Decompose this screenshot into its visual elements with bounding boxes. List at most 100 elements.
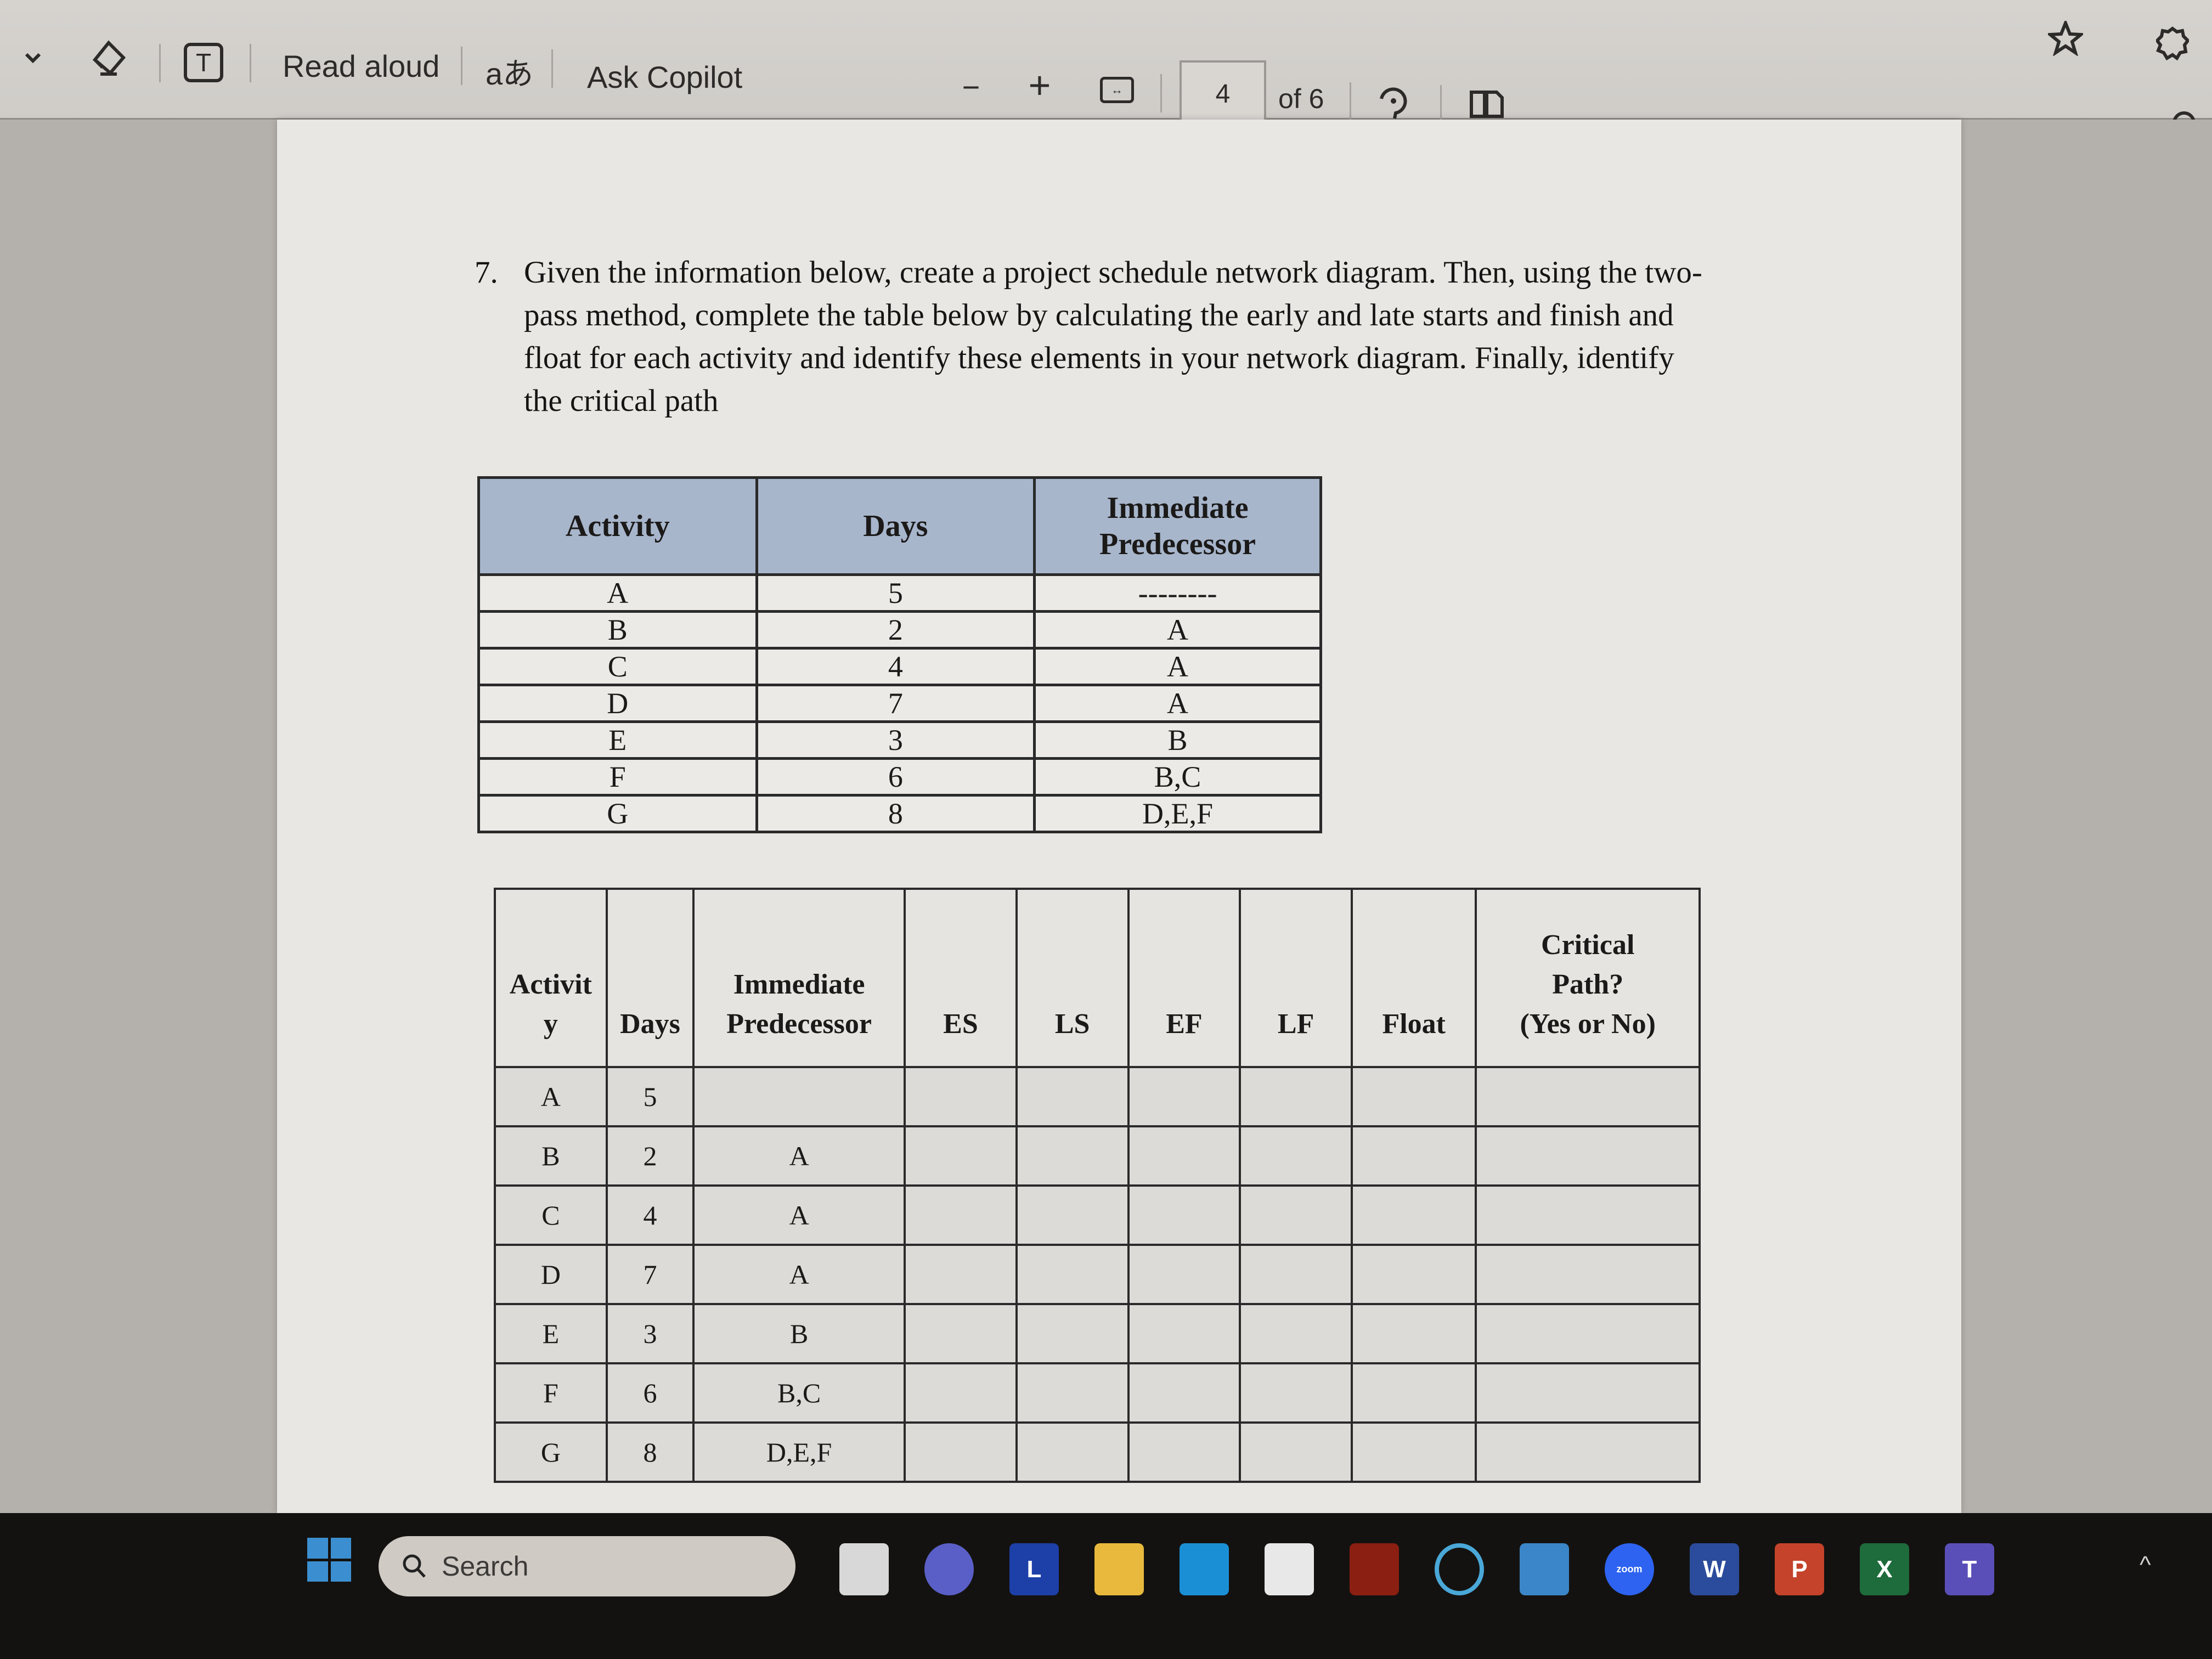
ls-cell[interactable] (1015, 1362, 1130, 1424)
windows-start-icon[interactable] (307, 1538, 351, 1582)
lf-cell[interactable] (1239, 1066, 1353, 1127)
table-row: E3B (477, 720, 1322, 760)
critical-path-cell[interactable] (1475, 1362, 1701, 1424)
es-cell[interactable] (904, 1244, 1018, 1305)
lf-cell[interactable] (1239, 1244, 1353, 1305)
zoom-in-button[interactable]: + (1023, 63, 1056, 107)
store-icon[interactable] (1265, 1543, 1314, 1595)
cortana-icon[interactable] (1435, 1543, 1484, 1595)
lf-cell[interactable] (1239, 1421, 1353, 1483)
ask-copilot-button[interactable]: Ask Copilot (587, 55, 742, 99)
days-cell: 3 (755, 720, 1036, 760)
ef-cell[interactable] (1127, 1244, 1242, 1305)
days-cell: 3 (605, 1303, 695, 1364)
powerpoint-icon[interactable]: P (1775, 1543, 1824, 1595)
float-cell[interactable] (1351, 1244, 1477, 1305)
es-cell[interactable] (904, 1421, 1018, 1483)
lf-cell[interactable] (1239, 1125, 1353, 1187)
ef-cell[interactable] (1127, 1125, 1242, 1187)
chevron-down-icon[interactable] (22, 47, 44, 69)
critical-path-cell[interactable] (1475, 1421, 1701, 1483)
predecessor-cell: B,C (1033, 757, 1322, 797)
rotate-icon[interactable] (1374, 80, 1413, 123)
es-cell[interactable] (904, 1303, 1018, 1364)
ls-cell[interactable] (1015, 1066, 1130, 1127)
es-cell[interactable] (904, 1066, 1018, 1127)
schedule-table: Activit y Days Immediate Predecessor ES LS… (494, 888, 1701, 1483)
teams-icon[interactable]: T (1945, 1543, 1994, 1595)
critical-path-cell[interactable] (1475, 1244, 1701, 1305)
mail-icon[interactable] (1520, 1543, 1569, 1595)
two-page-view-icon[interactable] (1468, 88, 1506, 121)
es-cell[interactable] (904, 1362, 1018, 1424)
fit-width-icon[interactable]: ↔ (1100, 77, 1134, 103)
float-cell[interactable] (1351, 1066, 1477, 1127)
task-view-icon[interactable] (839, 1543, 889, 1595)
table-row: A5 (494, 1066, 1701, 1127)
lf-cell[interactable] (1239, 1303, 1353, 1364)
days-cell: 8 (755, 794, 1036, 833)
ls-cell[interactable] (1015, 1244, 1130, 1305)
ls-cell[interactable] (1015, 1125, 1130, 1187)
header-days: Days (755, 476, 1036, 576)
activity-table: Activity Days Immediate Predecessor A 5 --… (477, 476, 1322, 833)
eraser-icon[interactable] (88, 37, 129, 81)
table-row: D7A (494, 1244, 1701, 1305)
ef-cell[interactable] (1127, 1184, 1242, 1246)
file-explorer-icon[interactable] (1094, 1543, 1144, 1595)
ef-cell[interactable] (1127, 1421, 1242, 1483)
zoom-icon[interactable]: zoom (1605, 1543, 1654, 1595)
text-box-icon[interactable]: T (184, 43, 223, 82)
critical-path-cell[interactable] (1475, 1184, 1701, 1246)
header-lf: LF (1239, 888, 1353, 1068)
red-app-icon[interactable] (1350, 1543, 1399, 1595)
zoom-out-button[interactable]: − (955, 65, 988, 109)
table-header-row: Activit y Days Immediate Predecessor ES LS… (494, 888, 1701, 1068)
ls-cell[interactable] (1015, 1303, 1130, 1364)
days-cell: 5 (755, 573, 1036, 613)
float-cell[interactable] (1351, 1362, 1477, 1424)
es-cell[interactable] (904, 1125, 1018, 1187)
critical-path-cell[interactable] (1475, 1125, 1701, 1187)
read-aloud-button[interactable]: Read aloud (283, 44, 439, 88)
meet-video-icon[interactable] (924, 1543, 974, 1595)
predecessor-cell: A (692, 1184, 906, 1246)
star-icon[interactable] (2046, 19, 2085, 58)
ls-cell[interactable] (1015, 1421, 1130, 1483)
float-cell[interactable] (1351, 1125, 1477, 1187)
critical-path-cell[interactable] (1475, 1066, 1701, 1127)
current-page: 4 (1215, 80, 1231, 109)
l-app-icon[interactable]: L (1009, 1543, 1059, 1595)
question-number: 7. (475, 255, 498, 290)
taskbar-search[interactable]: Search (379, 1536, 795, 1596)
ef-cell[interactable] (1127, 1362, 1242, 1424)
word-icon[interactable]: W (1690, 1543, 1739, 1595)
predecessor-cell: A (692, 1244, 906, 1305)
float-cell[interactable] (1351, 1303, 1477, 1364)
activity-cell: G (494, 1421, 608, 1483)
float-cell[interactable] (1351, 1184, 1477, 1246)
search-placeholder: Search (442, 1551, 529, 1582)
predecessor-cell: A (692, 1125, 906, 1187)
excel-icon[interactable]: X (1860, 1543, 1909, 1595)
predecessor-cell: A (1033, 610, 1322, 650)
translate-button[interactable]: aあ (486, 49, 533, 93)
header-days: Days (605, 888, 695, 1068)
float-cell[interactable] (1351, 1421, 1477, 1483)
puzzle-gear-icon[interactable] (2153, 25, 2192, 63)
critical-path-cell[interactable] (1475, 1303, 1701, 1364)
page-number-input[interactable]: 4 (1180, 60, 1266, 128)
ef-cell[interactable] (1127, 1303, 1242, 1364)
table-row: A 5 -------- (477, 573, 1322, 613)
lf-cell[interactable] (1239, 1362, 1353, 1424)
ef-cell[interactable] (1127, 1066, 1242, 1127)
tray-chevron-icon[interactable]: ^ (2140, 1551, 2151, 1579)
ls-cell[interactable] (1015, 1184, 1130, 1246)
predecessor-cell: -------- (1033, 573, 1322, 613)
predecessor-cell: A (1033, 684, 1322, 723)
lf-cell[interactable] (1239, 1184, 1353, 1246)
edge-icon[interactable] (1180, 1543, 1229, 1595)
es-cell[interactable] (904, 1184, 1018, 1246)
page-count-label: of 6 (1278, 83, 1324, 114)
activity-cell: E (477, 720, 758, 760)
